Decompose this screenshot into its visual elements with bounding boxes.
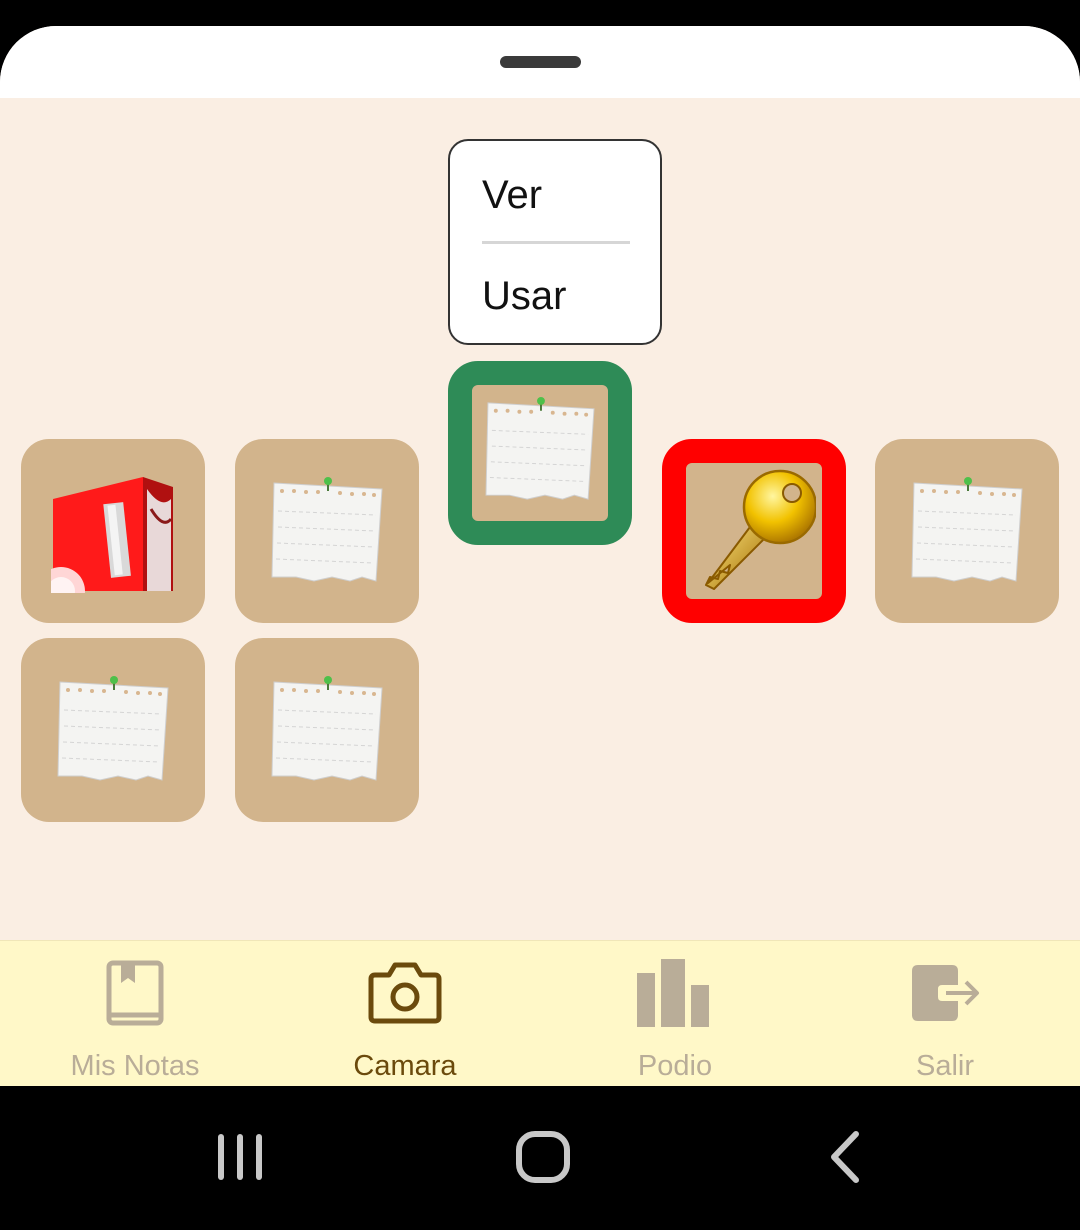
item-tile-note[interactable] <box>21 638 205 822</box>
nav-camara[interactable]: Camara <box>270 941 540 1087</box>
item-tile-note[interactable] <box>235 439 419 623</box>
back-icon[interactable] <box>820 1086 870 1230</box>
menu-item-usar[interactable]: Usar <box>482 274 566 319</box>
item-tile-book[interactable] <box>21 439 205 623</box>
bottom-sheet: Ver Usar <box>0 26 1080 1086</box>
note-paper-icon <box>485 397 595 500</box>
menu-divider <box>482 241 630 244</box>
item-tile-note[interactable] <box>875 439 1059 623</box>
note-paper-icon <box>271 477 383 582</box>
nav-podio[interactable]: Podio <box>540 941 810 1087</box>
sheet-header <box>0 26 1080 98</box>
recent-apps-icon[interactable] <box>210 1086 270 1230</box>
nav-label-camara: Camara <box>353 1050 457 1082</box>
system-navigation-bar <box>0 1086 1080 1230</box>
note-paper-icon <box>271 676 383 781</box>
item-tile-note-selected[interactable] <box>448 361 632 545</box>
nav-salir[interactable]: Salir <box>810 941 1080 1087</box>
nav-mis-notas[interactable]: Mis Notas <box>0 941 270 1087</box>
red-book-icon <box>51 477 173 593</box>
item-tile-note[interactable] <box>235 638 419 822</box>
menu-item-ver[interactable]: Ver <box>482 173 542 218</box>
item-tile-key[interactable] <box>662 439 846 623</box>
note-paper-icon <box>57 676 169 781</box>
camera-icon <box>368 962 442 1024</box>
nav-label-mis-notas: Mis Notas <box>70 1050 200 1082</box>
logout-icon <box>912 965 979 1021</box>
nav-label-podio: Podio <box>637 1050 713 1082</box>
golden-key-icon <box>705 469 816 590</box>
bar-chart-icon <box>637 959 709 1027</box>
bottom-navigation: Mis Notas Camara Podio Salir <box>0 940 1080 1087</box>
nav-label-salir: Salir <box>915 1050 974 1082</box>
note-paper-icon <box>911 477 1023 582</box>
drag-handle[interactable] <box>500 56 581 68</box>
context-menu: Ver Usar <box>448 139 662 345</box>
book-bookmark-icon <box>106 960 164 1026</box>
home-icon[interactable] <box>510 1086 576 1230</box>
status-bar <box>0 0 1080 26</box>
